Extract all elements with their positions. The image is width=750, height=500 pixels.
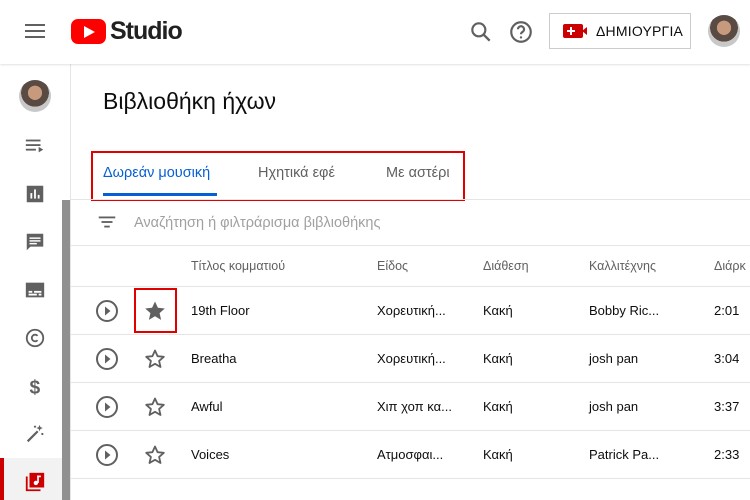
- create-video-icon: [563, 24, 583, 38]
- filter-divider: [71, 245, 750, 246]
- sidebar-scrollbar[interactable]: [62, 200, 70, 500]
- track-duration: 2:33: [714, 447, 740, 462]
- table-row[interactable]: Breatha Χορευτική... Κακή josh pan 3:04: [71, 335, 750, 383]
- page-title: Βιβλιοθήκη ήχων: [103, 88, 277, 114]
- create-button[interactable]: ΔΗΜΙΟΥΡΓΙΑ: [549, 13, 691, 49]
- logo-text: Studio: [110, 17, 183, 45]
- play-icon[interactable]: [95, 347, 119, 371]
- track-artist: Patrick Pa...: [589, 447, 660, 462]
- column-header-title[interactable]: Τίτλος κομματιού: [191, 259, 285, 273]
- library-filter-input[interactable]: [134, 212, 534, 234]
- tab-sound-effects[interactable]: Ηχητικά εφέ: [258, 165, 335, 181]
- star-outline-icon[interactable]: [143, 443, 167, 467]
- track-title: 19th Floor: [191, 303, 250, 318]
- top-header: Studio ΔΗΜΙΟΥΡΓΙΑ: [0, 0, 750, 64]
- tabs-divider: [71, 199, 750, 200]
- sidebar-item-comments[interactable]: [0, 218, 70, 266]
- sidebar-item-customization[interactable]: [0, 410, 70, 458]
- star-outline-icon[interactable]: [143, 347, 167, 371]
- sidebar-item-subtitles[interactable]: [0, 266, 70, 314]
- track-duration: 3:37: [714, 399, 740, 414]
- sidebar-item-audio-library[interactable]: [0, 458, 70, 500]
- tab-starred[interactable]: Με αστέρι: [386, 165, 450, 181]
- analytics-icon: [26, 185, 44, 203]
- track-artist: Bobby Ric...: [589, 303, 660, 318]
- track-mood: Κακή: [483, 303, 513, 318]
- track-duration: 2:01: [714, 303, 740, 318]
- monetization-icon: $: [30, 377, 41, 397]
- play-icon[interactable]: [95, 395, 119, 419]
- column-header-genre[interactable]: Είδος: [377, 259, 408, 273]
- track-genre: Χορευτική...: [377, 351, 446, 366]
- library-tabs: Δωρεάν μουσική Ηχητικά εφέ Με αστέρι: [91, 151, 465, 201]
- play-icon[interactable]: [95, 299, 119, 323]
- account-avatar[interactable]: [708, 15, 740, 47]
- track-title: Voices: [191, 447, 230, 462]
- column-header-duration[interactable]: Διάρκ: [714, 259, 746, 273]
- youtube-logo-icon: [71, 19, 106, 44]
- tab-free-music[interactable]: Δωρεάν μουσική: [103, 165, 210, 181]
- sidebar-item-copyright[interactable]: [0, 314, 70, 362]
- sidebar-item-monetization[interactable]: $: [0, 362, 70, 410]
- active-tab-indicator: [103, 193, 217, 196]
- track-genre: Χιπ χοπ κα...: [377, 399, 452, 414]
- column-header-mood[interactable]: Διάθεση: [483, 259, 529, 273]
- subtitles-icon: [25, 282, 45, 298]
- track-artist: josh pan: [589, 399, 639, 414]
- svg-text:$: $: [30, 377, 41, 397]
- table-row[interactable]: Voices Ατμοσφαι... Κακή Patrick Pa... 2:…: [71, 431, 750, 479]
- track-title: Awful: [191, 399, 223, 414]
- play-icon[interactable]: [95, 443, 119, 467]
- help-icon[interactable]: [508, 19, 534, 45]
- sidebar-item-analytics[interactable]: [0, 170, 70, 218]
- track-artist: josh pan: [589, 351, 639, 366]
- track-mood: Κακή: [483, 351, 513, 366]
- track-title: Breatha: [191, 351, 237, 366]
- table-row[interactable]: 19th Floor Χορευτική... Κακή Bobby Ric..…: [71, 287, 750, 335]
- track-mood: Κακή: [483, 399, 513, 414]
- star-filled-icon[interactable]: [143, 299, 167, 323]
- track-duration: 3:04: [714, 351, 740, 366]
- channel-avatar[interactable]: [19, 80, 51, 112]
- filter-icon[interactable]: [96, 211, 118, 233]
- star-outline-icon[interactable]: [143, 395, 167, 419]
- track-genre: Χορευτική...: [377, 303, 446, 318]
- column-header-artist[interactable]: Καλλιτέχνης: [589, 259, 656, 273]
- sidebar-item-content[interactable]: [0, 122, 70, 170]
- table-row[interactable]: Awful Χιπ χοπ κα... Κακή josh pan 3:37: [71, 383, 750, 431]
- customization-icon: [26, 424, 44, 443]
- audio-library-icon: [25, 472, 45, 492]
- menu-icon[interactable]: [22, 20, 48, 44]
- copyright-icon: [25, 328, 45, 348]
- studio-logo[interactable]: Studio: [71, 17, 183, 46]
- content-icon: [25, 139, 44, 153]
- sidebar: $: [0, 64, 71, 500]
- create-button-label: ΔΗΜΙΟΥΡΓΙΑ: [596, 23, 684, 39]
- track-mood: Κακή: [483, 447, 513, 462]
- track-genre: Ατμοσφαι...: [377, 447, 444, 462]
- search-icon[interactable]: [468, 19, 494, 45]
- comments-icon: [26, 233, 44, 251]
